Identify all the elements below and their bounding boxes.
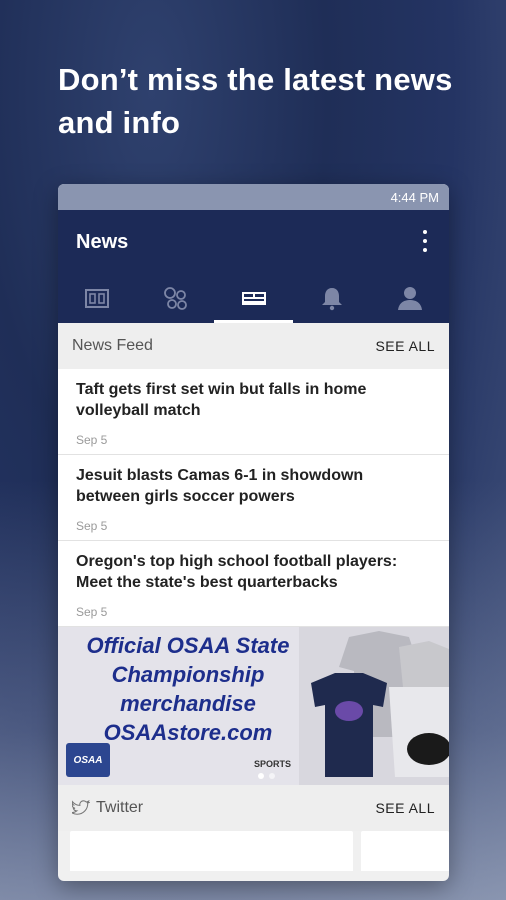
promo-banner[interactable]: Official OSAA State Championship merchan… [58,627,449,785]
status-bar: 4:44 PM [58,184,449,210]
tab-bar [58,272,449,323]
news-item-title: Oregon's top high school football player… [76,553,398,591]
news-item[interactable]: Taft gets first set win but falls in hom… [58,369,449,455]
twitter-title-group: Twitter [72,799,143,817]
bell-icon [321,287,342,310]
news-item-date: Sep 5 [76,605,108,619]
tab-news[interactable] [214,272,293,323]
news-feed-header: News Feed SEE ALL [58,323,449,369]
twitter-card-list [58,831,449,871]
phone-screen: 4:44 PM News News Feed SEE ALL Taft gets… [58,184,449,881]
osaa-logo: OSAA [66,743,110,777]
twitter-title: Twitter [96,799,144,816]
twitter-see-all-button[interactable]: SEE ALL [375,800,435,816]
news-item-date: Sep 5 [76,433,108,447]
news-item-title: Jesuit blasts Camas 6-1 in showdown betw… [76,467,364,505]
person-icon [397,286,422,310]
news-feed-title: News Feed [72,337,153,354]
twitter-bird-icon [72,800,90,815]
tab-sports[interactable] [136,272,214,323]
scoreboard-icon [85,288,110,308]
news-item[interactable]: Oregon's top high school football player… [58,541,449,627]
tab-profile[interactable] [371,272,449,323]
sports-balls-icon [164,286,188,310]
tweet-card[interactable] [70,831,353,871]
news-item[interactable]: Jesuit blasts Camas 6-1 in showdown betw… [58,455,449,541]
status-time: 4:44 PM [390,190,439,205]
merchandise-image [299,627,449,785]
twitter-header: Twitter SEE ALL [58,785,449,831]
tab-scores[interactable] [58,272,136,323]
news-item-date: Sep 5 [76,519,108,533]
news-icon [241,291,266,305]
promo-headline: Don’t miss the latest news and info [58,62,453,140]
tab-alerts[interactable] [293,272,371,323]
carousel-indicator [258,773,275,779]
news-feed-see-all-button[interactable]: SEE ALL [375,338,435,354]
banner-text: Official OSAA State Championship merchan… [86,633,290,745]
sponsor-logo: SPORTS [254,759,292,769]
news-item-title: Taft gets first set win but falls in hom… [76,381,367,419]
app-bar-title: News [76,231,129,253]
overflow-menu-icon[interactable] [421,230,429,252]
tweet-card[interactable] [360,831,449,871]
app-bar: News [58,210,449,323]
